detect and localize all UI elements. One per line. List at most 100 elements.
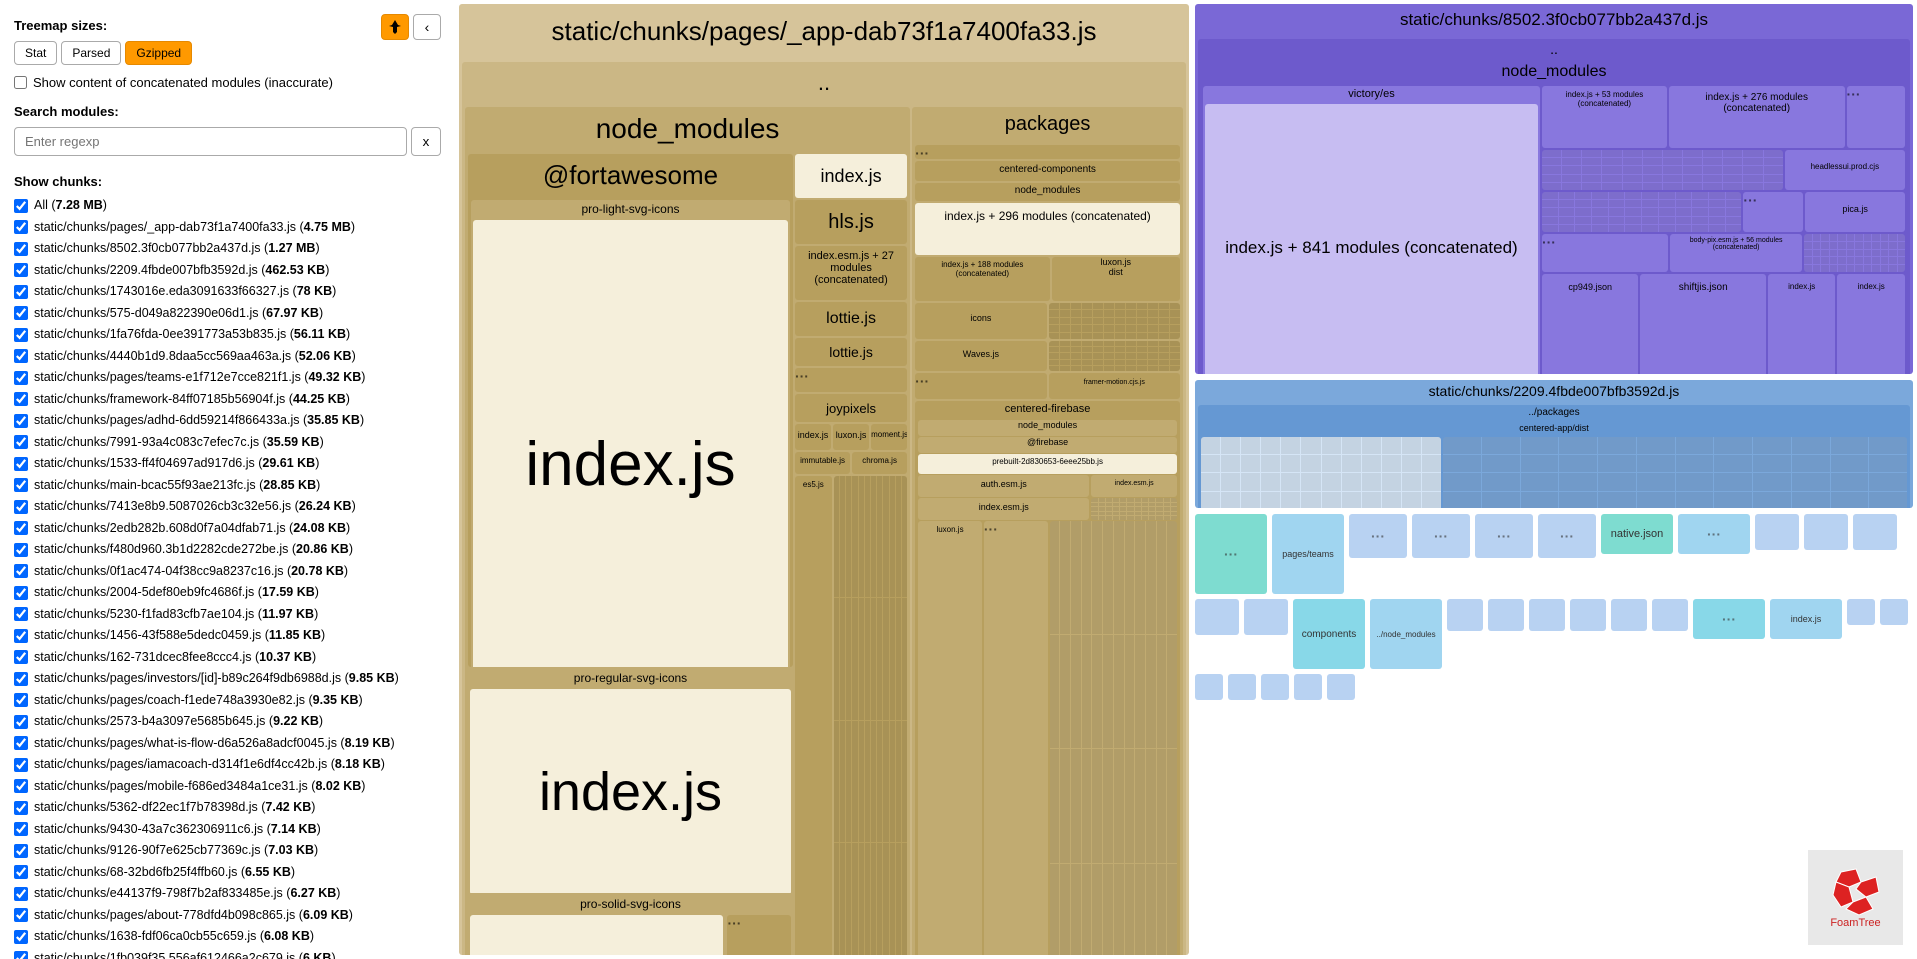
tiny-cells[interactable] xyxy=(834,476,907,955)
node-pkg-dots[interactable] xyxy=(915,145,1180,159)
mini-chunk-tile[interactable] xyxy=(1228,674,1256,700)
node-index-esm0[interactable]: index.esm.js xyxy=(1091,475,1177,497)
chunk-checkbox[interactable] xyxy=(14,715,28,729)
node-icons[interactable]: icons xyxy=(915,303,1046,339)
node-es5[interactable]: es5.js xyxy=(795,476,832,955)
chunk-item[interactable]: static/chunks/2573-b4a3097e5685b645.js (… xyxy=(14,713,441,731)
size-stat-button[interactable]: Stat xyxy=(14,41,57,65)
chunk-checkbox[interactable] xyxy=(14,435,28,449)
node-pro-solid[interactable]: pro-solid-svg-icons index.js index.js xyxy=(468,895,793,955)
node-8502-dotdot[interactable]: .. node_modules victory/es index.js + 84… xyxy=(1198,39,1910,374)
chunk-all-checkbox[interactable] xyxy=(14,199,28,213)
node-8502-idx1[interactable]: index.js xyxy=(1768,274,1836,374)
chunk-item[interactable]: static/chunks/68-32bd6fb25f4ffb60.js (6.… xyxy=(14,864,441,882)
chunk-checkbox[interactable] xyxy=(14,263,28,277)
treemap-canvas[interactable]: static/chunks/pages/_app-dab73f1a7400fa3… xyxy=(455,0,1917,959)
chunk-checkbox[interactable] xyxy=(14,220,28,234)
chunk-item[interactable]: static/chunks/1638-fdf06ca0cb55c659.js (… xyxy=(14,928,441,946)
chunk-checkbox[interactable] xyxy=(14,478,28,492)
node-concat188[interactable]: index.js + 188 modules (concatenated) xyxy=(915,257,1049,301)
chunk-item[interactable]: static/chunks/9126-90f7e625cb77369c.js (… xyxy=(14,842,441,860)
node-8502-idx2[interactable]: index.js xyxy=(1837,274,1905,374)
mini-chunk-tile[interactable] xyxy=(1195,514,1267,594)
chunk-all-item[interactable]: All (7.28 MB) xyxy=(14,197,441,215)
pin-button[interactable] xyxy=(381,14,409,40)
node-concat841[interactable]: index.js + 841 modules (concatenated) xyxy=(1205,104,1538,374)
mini-chunk-tile[interactable] xyxy=(1447,599,1483,631)
mini-chunk-tile[interactable] xyxy=(1294,674,1322,700)
node-idx-a[interactable]: index.js xyxy=(795,424,831,450)
mini-chunk-tile[interactable] xyxy=(1652,599,1688,631)
node-lottie2[interactable]: lottie.js xyxy=(795,338,907,366)
mini-chunk-tile[interactable]: pages/teams xyxy=(1272,514,1344,594)
chunk-checkbox[interactable] xyxy=(14,779,28,793)
node-fb-dots[interactable] xyxy=(984,521,1048,955)
chunk-checkbox[interactable] xyxy=(14,457,28,471)
chunk-item[interactable]: static/chunks/0f1ac474-04f38cc9a8237c16.… xyxy=(14,563,441,581)
chunk-item[interactable]: static/chunks/4440b1d9.8daa5cc569aa463a.… xyxy=(14,348,441,366)
chunk-8502[interactable]: static/chunks/8502.3f0cb077bb2a437d.js .… xyxy=(1195,4,1913,374)
mini-chunk-tile[interactable] xyxy=(1880,599,1908,625)
mini-chunk-tile[interactable] xyxy=(1529,599,1565,631)
node-concat276[interactable]: index.js + 276 modules (concatenated) xyxy=(1669,86,1845,148)
chunk-item[interactable]: static/chunks/5362-df22ec1f7b78398d.js (… xyxy=(14,799,441,817)
chunk-2209[interactable]: static/chunks/2209.4fbde007bfb3592d.js .… xyxy=(1195,380,1913,508)
node-moment[interactable]: moment.js xyxy=(871,424,907,450)
mini-chunk-tile[interactable]: index.js xyxy=(1770,599,1842,639)
size-gzipped-button[interactable]: Gzipped xyxy=(125,41,192,65)
mini-chunk-tile[interactable] xyxy=(1349,514,1407,558)
mini-chunk-tile[interactable] xyxy=(1195,599,1239,635)
chunk-item[interactable]: static/chunks/pages/teams-e1f712e7cce821… xyxy=(14,369,441,387)
chunk-item[interactable]: static/chunks/pages/adhd-6dd59214f866433… xyxy=(14,412,441,430)
node-node-modules[interactable]: node_modules @fortawesome pro-light-svg-… xyxy=(465,107,910,955)
chunk-checkbox[interactable] xyxy=(14,865,28,879)
mini-chunk-tile[interactable] xyxy=(1327,674,1355,700)
chunk-checkbox[interactable] xyxy=(14,930,28,944)
node-pica[interactable]: pica.js xyxy=(1805,192,1905,232)
chunk-item[interactable]: static/chunks/pages/iamacoach-d314f1e6df… xyxy=(14,756,441,774)
small-chunks-area[interactable]: pages/teamsnative.jsoncomponents../node_… xyxy=(1195,514,1913,955)
chunk-item[interactable]: static/chunks/pages/coach-f1ede748a3930e… xyxy=(14,692,441,710)
mini-chunk-tile[interactable] xyxy=(1611,599,1647,631)
node-framer[interactable]: framer-motion.cjs.js xyxy=(1049,373,1180,399)
chunk-checkbox[interactable] xyxy=(14,242,28,256)
chunk-item[interactable]: static/chunks/1743016e.eda3091633f66327.… xyxy=(14,283,441,301)
node-luxon-a[interactable]: luxon.js xyxy=(833,424,869,450)
chunk-item[interactable]: static/chunks/2004-5def80eb9fc4686f.js (… xyxy=(14,584,441,602)
mini-chunk-tile[interactable] xyxy=(1847,599,1875,625)
chunk-checkbox[interactable] xyxy=(14,328,28,342)
node-headless[interactable]: headlessui.prod.cjs xyxy=(1785,150,1905,190)
node-index-regular[interactable]: index.js xyxy=(470,689,791,893)
mini-chunk-tile[interactable] xyxy=(1475,514,1533,558)
node-index-solid[interactable]: index.js xyxy=(470,915,723,955)
chunk-checkbox[interactable] xyxy=(14,822,28,836)
mini-chunk-tile[interactable]: native.json xyxy=(1601,514,1673,554)
node-nm2[interactable]: node_modules xyxy=(915,183,1180,201)
node-luxon2[interactable]: luxon.js xyxy=(918,521,982,955)
node-lottie1[interactable]: lottie.js xyxy=(795,302,907,336)
mini-chunk-tile[interactable] xyxy=(1804,514,1848,550)
mini-chunk-tile[interactable] xyxy=(1755,514,1799,550)
node-esm27[interactable]: index.esm.js + 27 modules (concatenated) xyxy=(795,246,907,300)
chunk-checkbox[interactable] xyxy=(14,801,28,815)
node-centered-components[interactable]: centered-components xyxy=(915,161,1180,181)
chunk-item[interactable]: static/chunks/1fb039f35.556af612466a2c67… xyxy=(14,950,441,959)
node-bodypix[interactable]: body-pix.esm.js + 56 modules (concatenat… xyxy=(1670,234,1802,272)
mini-chunk-tile[interactable] xyxy=(1244,599,1288,635)
mini-chunk-tile[interactable] xyxy=(1195,674,1223,700)
node-auth-esm[interactable]: auth.esm.js xyxy=(918,475,1089,497)
chunk-checkbox[interactable] xyxy=(14,736,28,750)
chunk-item[interactable]: static/chunks/9430-43a7c362306911c6.js (… xyxy=(14,821,441,839)
search-input[interactable] xyxy=(14,127,407,156)
foamtree-logo[interactable]: FoamTree xyxy=(1808,850,1903,945)
node-immutable[interactable]: immutable.js xyxy=(795,452,850,474)
mini-chunk-tile[interactable] xyxy=(1853,514,1897,550)
chunk-item[interactable]: static/chunks/8502.3f0cb077bb2a437d.js (… xyxy=(14,240,441,258)
node-victory[interactable]: victory/es index.js + 841 modules (conca… xyxy=(1203,86,1540,374)
chunk-item[interactable]: static/chunks/framework-84ff07185b56904f… xyxy=(14,391,441,409)
chunk-checkbox[interactable] xyxy=(14,758,28,772)
node-shiftjis[interactable]: shiftjis.json xyxy=(1640,274,1765,374)
chunk-item[interactable]: static/chunks/1fa76fda-0ee391773a53b835.… xyxy=(14,326,441,344)
mini-chunk-tile[interactable] xyxy=(1261,674,1289,700)
concat-checkbox[interactable] xyxy=(14,76,27,89)
